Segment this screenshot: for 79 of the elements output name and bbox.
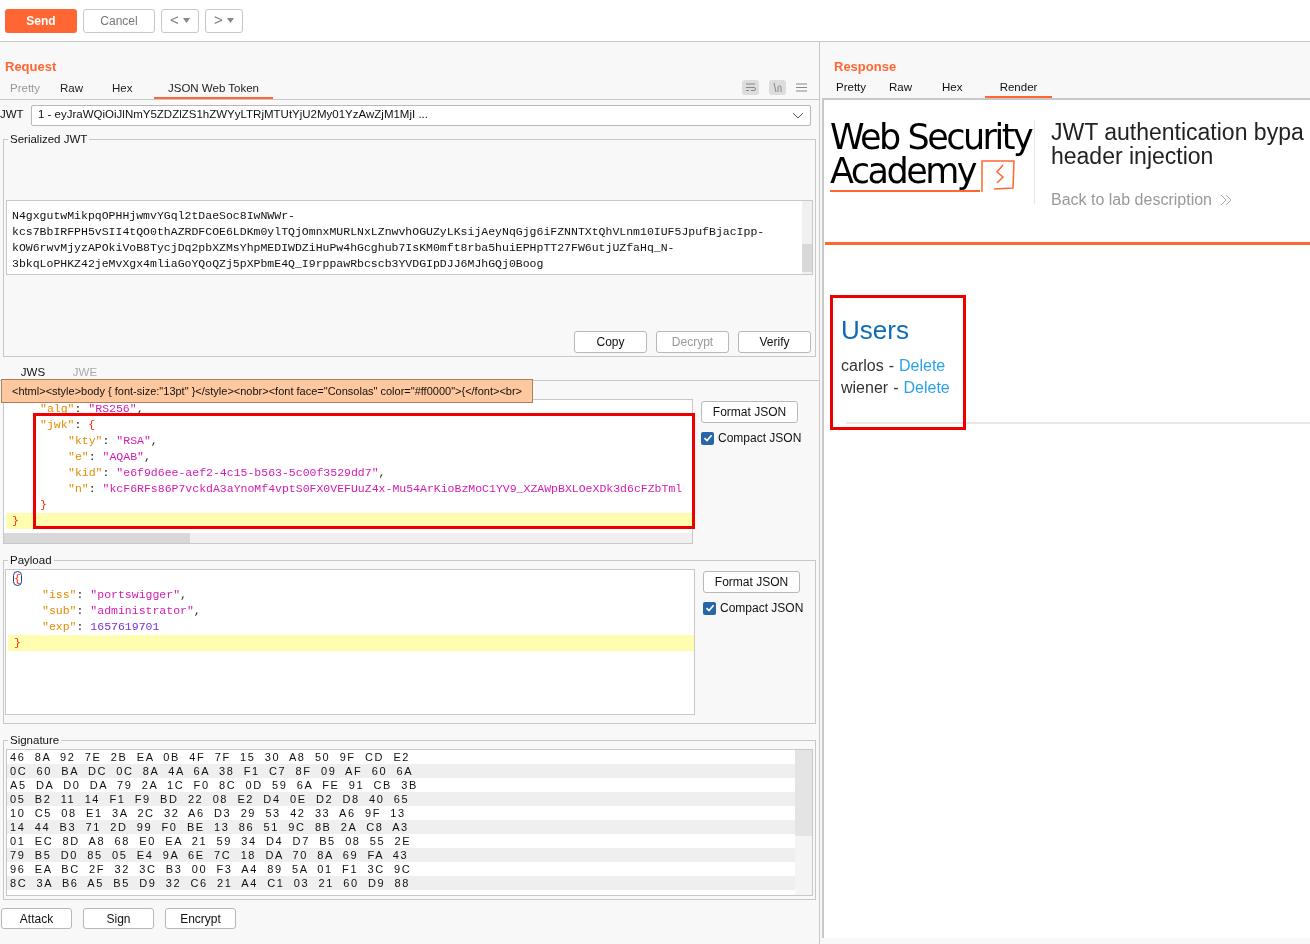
- tab[interactable]: Hex: [104, 81, 154, 99]
- menu-icon[interactable]: [796, 83, 807, 92]
- code-line: }: [40, 497, 47, 513]
- group-title: Serialized JWT: [8, 132, 90, 146]
- tab[interactable]: JSON Web Token: [154, 81, 273, 99]
- hex-row: 8C 3A B6 A5 B5 D9 32 C6 21 A4 C1 03 21 60 D9 88: [7, 876, 795, 890]
- users-heading: Users: [841, 315, 910, 345]
- code-line: }: [14, 635, 21, 651]
- newline-icon[interactable]: [769, 80, 786, 95]
- code-line: "e": "AQAB",: [68, 449, 151, 465]
- action-button[interactable]: Sign: [83, 908, 154, 929]
- token-line: 3bkqLoPHKZ42jeMvXgx4mliaGoYQoQZj5pXPbmE4Q_I9rppawRbcscb3YVDGIpDJJ6MJhGQj0Boog: [11, 256, 545, 272]
- panel-title: Response: [833, 58, 898, 76]
- checkbox[interactable]: [701, 431, 714, 445]
- code-line: "iss": "portswigger",: [42, 587, 187, 603]
- jwt-select[interactable]: 1 - eyJraWQiOiJlNmY5ZDZlZS1hZWYyLTRjMTUtYjU2My01YzAwZjM1MjI ...: [31, 104, 811, 126]
- scrollbar[interactable]: [4, 533, 692, 543]
- scrollbar[interactable]: [795, 750, 812, 895]
- hex-row-text: 96 EA BC 2F 32 3C B3 00 F3 A4 89 5A 01 F1 3C 9C: [9, 862, 413, 876]
- action-button[interactable]: Encrypt: [165, 908, 236, 929]
- jwt-label: JWT: [0, 107, 25, 123]
- chevron-down-icon: [792, 111, 804, 119]
- serialized-jwt-field[interactable]: [6, 200, 813, 275]
- separator: -: [893, 378, 899, 398]
- header-editor[interactable]: "alg": "RS256", "jwk": { "kty": "RSA", "e": "AQAB", "kid": "e6f9d6ee-aef2-4c15-b563-5c00f3529dd7", "n": "kcF6RFs86P7vckdA3aYnoMf4vptS0FX0VEFUuZ4x-Mu54ArKioBzMoC1YV9_XZAWpBXLOeXDk3d6cFZbTml } }: [3, 399, 693, 544]
- hex-row: 05 B2 11 14 F1 F9 BD 22 08 E2 D4 0E D2 D8 40 65: [7, 792, 795, 806]
- format-json-button[interactable]: Format JSON: [701, 401, 798, 423]
- tab[interactable]: Hex: [932, 80, 985, 98]
- signature-field[interactable]: [6, 749, 813, 896]
- code-line: }: [12, 513, 19, 529]
- group-title: Payload: [8, 553, 54, 567]
- group-title: Signature: [8, 733, 62, 747]
- hex-row-text: 10 C5 08 E1 3A 2C 32 A6 D3 29 53 42 33 A6 9F 13: [9, 806, 407, 820]
- lab-title: header injection: [1051, 144, 1215, 168]
- code-line: {: [14, 571, 21, 587]
- lab-title: JWT authentication bypa: [1051, 120, 1304, 144]
- token-line: kcs7BbIRFPH5vSII4tQO0thAZRDFCOE6LDKm0ylTQjOmnxMURLNxLZnwvhOGUZyLKsijAeyNqGjg6iFZNNTXtQhVLnm10IUF5JpufBjacIpp-: [11, 224, 766, 240]
- code-line: "kid": "e6f9d6ee-aef2-4c15-b563-5c00f3529dd7",: [68, 465, 386, 481]
- hex-row: 14 44 B3 71 2D 99 F0 BE 13 86 51 9C 8B 2A C8 A3: [7, 820, 795, 834]
- hex-row-text: 46 8A 92 7E 2B EA 0B 4F 7F 15 30 A8 50 9F CD E2: [9, 750, 412, 764]
- tab[interactable]: Render: [985, 80, 1052, 98]
- tab[interactable]: JWS: [8, 364, 58, 380]
- checkbox-label: Compact JSON: [720, 600, 804, 617]
- hex-row: 79 B5 D0 85 05 E4 9A 6E 7C 18 DA 70 8A 69 FA 43: [7, 848, 795, 862]
- action-button[interactable]: Copy: [574, 331, 647, 353]
- tooltip: <html><style>body { font-size:"13pt" }</style><nobr><font face="Consolas" color="#ff0000">{</font><br>: [1, 379, 534, 403]
- checkbox[interactable]: [703, 601, 716, 615]
- scrollbar[interactable]: [802, 201, 812, 274]
- tab[interactable]: Pretty: [826, 80, 879, 98]
- logo-drawing: Web Security Academy: [830, 120, 1030, 192]
- cancel-button[interactable]: Cancel: [83, 8, 155, 33]
- user-name: carlos: [841, 356, 884, 376]
- wrap-icon[interactable]: [742, 80, 759, 95]
- token-line: N4gxgutwMikpqOPHHjwmvYGql2tDaeSoc8IwNWWr-: [11, 208, 296, 224]
- code-line: "jwk": {: [40, 417, 96, 433]
- action-button[interactable]: Verify: [738, 331, 811, 353]
- code-line: "exp": 1657619701: [42, 619, 160, 635]
- history-button[interactable]: <: [161, 8, 199, 33]
- hex-row-text: A5 DA D0 DA 79 2A 1C F0 8C 0D 59 6A FE 91 CB 3B: [9, 778, 419, 792]
- code-line: "sub": "administrator",: [42, 603, 201, 619]
- caret-icon: [226, 18, 234, 23]
- action-button[interactable]: Attack: [1, 908, 72, 929]
- checkbox-label: Compact JSON: [718, 430, 802, 447]
- code-line: "n": "kcF6RFs86P7vckdA3aYnoMf4vptS0FX0VEFUuZ4x-Mu54ArKioBzMoC1YV9_XZAWpBXLOeXDk3d6cFZbTml: [68, 481, 683, 497]
- panel-title: Request: [4, 58, 58, 76]
- code-line: "kty": "RSA",: [68, 433, 158, 449]
- user-name: wiener: [841, 378, 889, 398]
- hex-row: 0C 60 BA DC 0C 8A 4A 6A 38 F1 C7 8F 09 AF 60 6A: [7, 764, 795, 778]
- payload-editor[interactable]: { "iss": "portswigger", "sub": "administrator", "exp": 1657619701 }: [5, 569, 695, 715]
- history-button[interactable]: >: [205, 8, 243, 33]
- separator: -: [888, 356, 894, 376]
- caret-icon: [182, 18, 190, 23]
- format-json-button[interactable]: Format JSON: [703, 571, 800, 593]
- tab[interactable]: Raw: [52, 81, 104, 99]
- token-line: kOW6rwvMjyzAPOkiVoB8TycjDq2pbXZMsYhpMEDIWDZiHuPw4hGcghub7IsKM0mft8rba5huiEPHpTT27FW6utjUZfaHq_N-: [11, 240, 676, 256]
- tab[interactable]: Raw: [879, 80, 932, 98]
- double-chevron-icon: [1220, 194, 1232, 206]
- code-line: "alg": "RS256",: [40, 401, 144, 417]
- hex-row-text: 01 EC 8D A8 68 E0 EA 21 59 34 D4 D7 B5 08 55 2E: [9, 834, 413, 848]
